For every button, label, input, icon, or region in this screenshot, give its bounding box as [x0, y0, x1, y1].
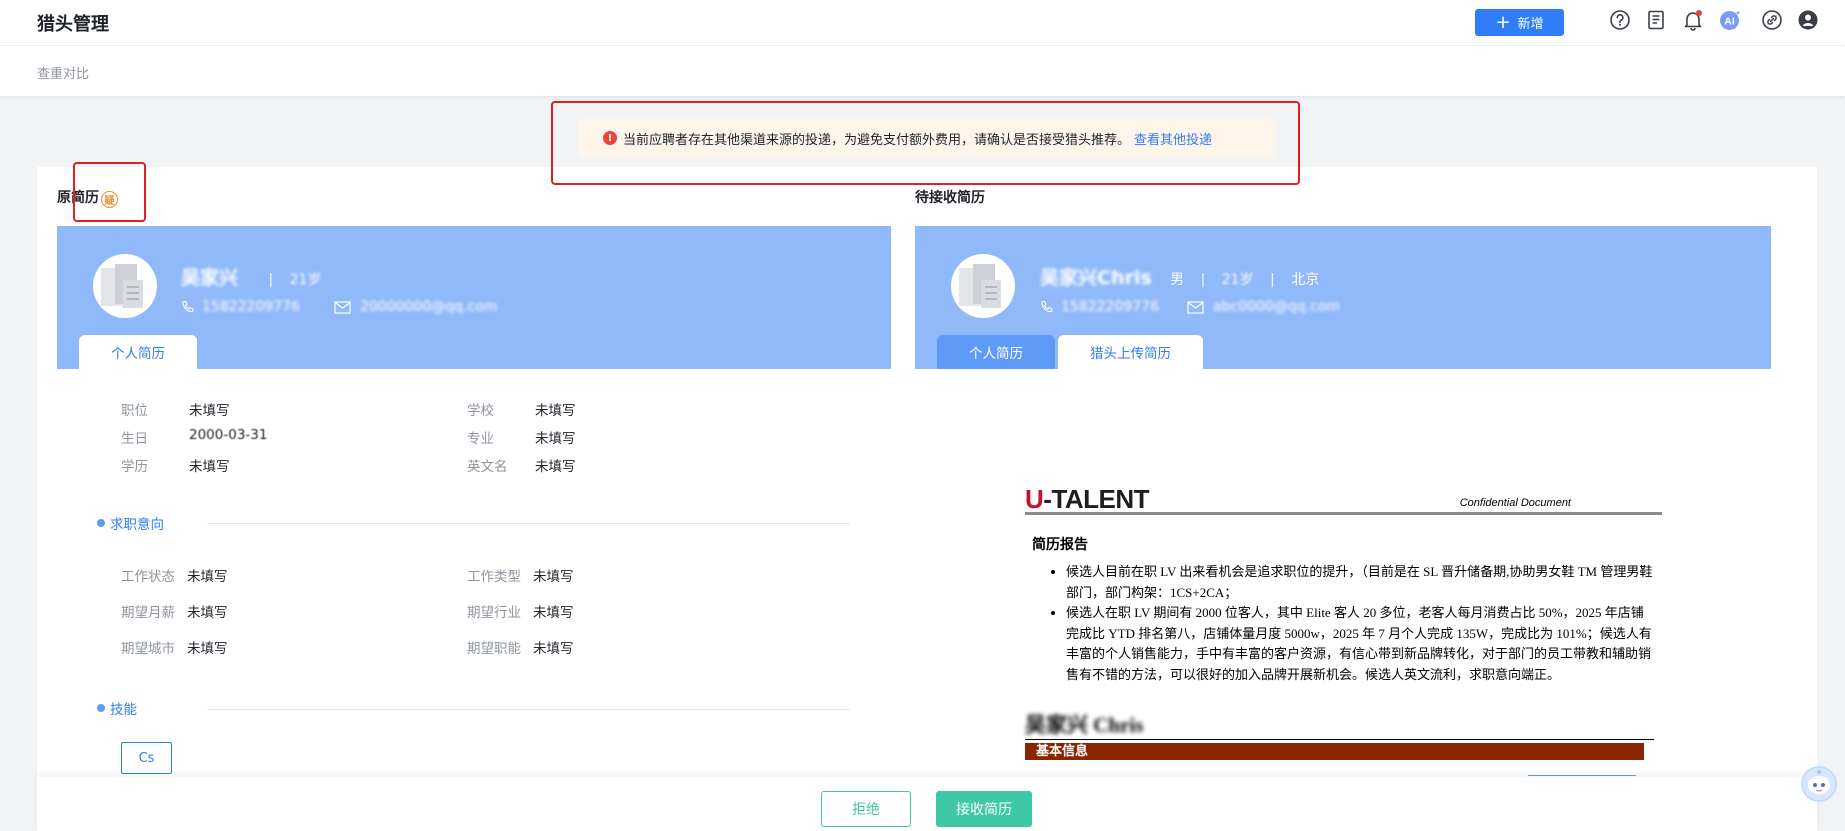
candidate-phone: 15822209776	[1061, 299, 1159, 315]
job-intent-title: 求职意向	[97, 513, 164, 533]
field-label: 期望行业	[467, 605, 521, 621]
add-button-label: 新增	[1517, 17, 1544, 32]
field-label: 英文名	[467, 459, 508, 475]
phone-icon	[182, 300, 194, 313]
pending-resume-title: 待接收简历	[915, 190, 985, 206]
plus-icon: +	[1495, 11, 1511, 33]
field-label: 期望职能	[467, 641, 521, 657]
candidate-age: 21岁	[289, 272, 322, 288]
report-bullets: 候选人目前在职 LV 出来看机会是追求职位的提升，（目前是在 SL 晋升储备期,…	[1039, 562, 1655, 685]
svg-text:AI: AI	[1724, 16, 1735, 28]
candidate-contact: 15822209776 abc0000@qq.com	[1040, 299, 1340, 315]
bullet-dot	[97, 704, 105, 712]
candidate-gender: 男	[1170, 272, 1185, 288]
skill-tag: Cs	[121, 742, 172, 774]
ai-icon[interactable]: AI	[1719, 9, 1741, 31]
divider	[207, 523, 850, 524]
separator: |	[1200, 272, 1206, 288]
field-label: 工作类型	[467, 569, 521, 585]
add-button[interactable]: + 新增	[1475, 9, 1564, 36]
tab-headhunter-upload[interactable]: 猎头上传简历	[1058, 335, 1203, 369]
confidential-label: Confidential Document	[1459, 497, 1571, 509]
field-value: 未填写	[533, 641, 574, 657]
user-icon[interactable]	[1797, 9, 1819, 31]
breadcrumb[interactable]: 查重对比	[37, 63, 89, 82]
action-footer	[37, 777, 1817, 831]
report-title: 简历报告	[1032, 537, 1088, 553]
separator: |	[268, 272, 274, 288]
link-icon[interactable]	[1761, 9, 1783, 31]
utalent-logo: U-TALENT	[1025, 484, 1150, 514]
email-icon	[1187, 300, 1204, 314]
field-label: 期望城市	[121, 641, 175, 657]
avatar	[951, 254, 1015, 318]
help-icon[interactable]	[1609, 9, 1631, 31]
candidate-email: 20000000@qq.com	[359, 299, 498, 315]
field-value: 未填写	[535, 431, 576, 447]
separator: |	[1270, 272, 1275, 288]
report-bullet: 候选人目前在职 LV 出来看机会是追求职位的提升，（目前是在 SL 晋升储备期,…	[1066, 562, 1655, 603]
top-bar: 猎头管理 + 新增 AI	[0, 0, 1845, 46]
candidate-name: 吴家兴	[181, 267, 239, 289]
tab-personal-resume[interactable]: 个人简历	[79, 335, 197, 369]
email-icon	[334, 300, 351, 314]
candidate-contact: 15822209776 20000000@qq.com	[181, 299, 497, 315]
field-value: 未填写	[187, 569, 228, 585]
field-value: 未填写	[533, 605, 574, 621]
document-person-name: 吴家兴 Chris	[1025, 713, 1144, 737]
name-rule	[1025, 739, 1654, 740]
report-bullet: 候选人在职 LV 期间有 2000 位客人，其中 Elite 客人 20 多位，…	[1066, 603, 1655, 685]
candidate-age: 21岁	[1221, 272, 1254, 288]
reject-button[interactable]: 拒绝	[821, 791, 911, 827]
field-value: 未填写	[535, 459, 576, 475]
accept-resume-button[interactable]: 接收简历	[936, 791, 1032, 827]
field-label: 学历	[121, 459, 148, 475]
bullet-dot	[97, 519, 105, 527]
field-value: 未填写	[535, 403, 576, 419]
badge-highlight-box	[73, 162, 146, 222]
field-value: 未填写	[533, 569, 574, 585]
candidate-name-line: 吴家兴 | 21岁	[181, 263, 321, 290]
basic-info-bar: 基本信息	[1025, 743, 1644, 760]
candidate-name-line: 吴家兴Chris 男 | 21岁 | 北京	[1040, 263, 1319, 290]
page-title: 猎头管理	[37, 14, 109, 35]
skills-label: 技能	[110, 702, 137, 718]
field-label: 学校	[467, 403, 494, 419]
field-value: 2000-03-31	[189, 427, 268, 443]
pending-resume-panel: 吴家兴Chris 男 | 21岁 | 北京 15822209776 abc000…	[915, 226, 1771, 777]
pending-resume-tabs: 个人简历 猎头上传简历	[937, 335, 1203, 369]
field-label: 工作状态	[121, 569, 175, 585]
field-value: 未填写	[187, 605, 228, 621]
header-rule	[1025, 512, 1662, 515]
field-value: 未填写	[189, 459, 230, 475]
field-value: 未填写	[189, 403, 230, 419]
field-label: 期望月薪	[121, 605, 175, 621]
tab-personal-resume[interactable]: 个人简历	[937, 335, 1055, 369]
field-label: 职位	[121, 403, 148, 419]
photo-frame-edge	[1528, 775, 1636, 776]
candidate-email: abc0000@qq.com	[1212, 299, 1340, 315]
original-resume-header: 吴家兴 | 21岁 15822209776 20000000@qq.com 个人…	[57, 226, 891, 369]
job-intent-label: 求职意向	[110, 517, 164, 533]
pending-resume-header: 吴家兴Chris 男 | 21岁 | 北京 15822209776 abc000…	[915, 226, 1771, 369]
avatar	[93, 254, 157, 318]
candidate-city: 北京	[1291, 272, 1320, 288]
phone-icon	[1041, 300, 1053, 313]
field-label: 生日	[121, 431, 148, 447]
skills-title: 技能	[97, 698, 137, 718]
original-resume-tabs: 个人简历	[79, 335, 197, 369]
original-resume-panel: 吴家兴 | 21岁 15822209776 20000000@qq.com 个人…	[57, 226, 891, 777]
bell-icon[interactable]	[1682, 9, 1704, 31]
field-label: 专业	[467, 431, 494, 447]
document-icon[interactable]	[1645, 9, 1667, 31]
sub-bar: 查重对比	[0, 46, 1845, 96]
candidate-name: 吴家兴Chris	[1040, 267, 1152, 289]
candidate-phone: 15822209776	[202, 299, 300, 315]
field-value: 未填写	[187, 641, 228, 657]
assistant-bot-icon[interactable]	[1801, 766, 1837, 802]
notice-highlight-box	[551, 101, 1300, 185]
divider	[207, 709, 850, 710]
